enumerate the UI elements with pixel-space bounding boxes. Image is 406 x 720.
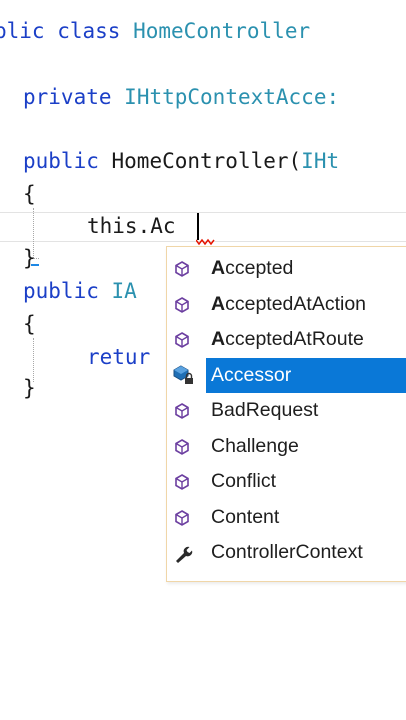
method-cube-icon xyxy=(173,438,191,456)
brace: } xyxy=(23,246,36,270)
completion-item[interactable]: Conflict xyxy=(167,464,406,499)
property-wrench-icon xyxy=(173,544,193,563)
keyword: blic xyxy=(0,19,45,43)
code-editor[interactable]: blic class HomeController private IHttpC… xyxy=(0,0,406,720)
keyword: retur xyxy=(87,345,151,369)
private-field-lock-icon xyxy=(173,364,195,386)
method-cube-icon xyxy=(173,296,191,314)
code-line-close-brace[interactable]: } xyxy=(23,375,36,401)
completion-list[interactable]: Accepted AcceptedAtAction AcceptedAtRoute A… xyxy=(166,246,406,582)
code-line-open-brace[interactable]: { xyxy=(23,311,36,337)
method-cube-icon xyxy=(173,402,191,420)
keyword: public xyxy=(23,279,99,303)
completion-match-highlight: A xyxy=(211,292,226,315)
brace: { xyxy=(23,182,36,206)
completion-item-text: BadRequest xyxy=(211,399,319,421)
type-name: IHt xyxy=(301,149,340,173)
code-line-method-decl[interactable]: public IA xyxy=(23,278,137,304)
completion-item-label: Accepted xyxy=(211,251,293,286)
completion-item-label: BadRequest xyxy=(211,393,318,428)
completion-item[interactable]: Content xyxy=(167,500,406,535)
completion-item-label: Content xyxy=(211,500,279,535)
completion-item-text: cceptedAtAction xyxy=(225,292,367,315)
completion-item-text: cceptedAtRoute xyxy=(225,328,364,350)
keyword: public xyxy=(23,149,99,173)
code-line-current[interactable]: this.Ac xyxy=(87,213,176,239)
completion-item[interactable]: AcceptedAtRoute xyxy=(167,322,406,357)
completion-item-label: Accessor xyxy=(211,358,291,393)
code-line-open-brace[interactable]: { xyxy=(23,181,36,207)
class-name: HomeController xyxy=(133,19,311,43)
completion-item-text: Challenge xyxy=(211,434,299,457)
keyword: private xyxy=(23,85,112,109)
method-cube-icon xyxy=(173,331,191,349)
completion-item[interactable]: Challenge xyxy=(167,429,406,464)
completion-match-highlight: A xyxy=(211,328,226,350)
completion-item-label: Challenge xyxy=(211,429,299,464)
completion-item[interactable]: Accepted xyxy=(167,251,406,286)
error-squiggle xyxy=(196,238,215,246)
completion-item-label: ControllerContext xyxy=(211,535,363,570)
completion-item-text: Content xyxy=(211,505,280,528)
completion-item-label: Conflict xyxy=(211,464,276,499)
completion-item-label: AcceptedAtAction xyxy=(211,287,366,322)
code-line-field-decl[interactable]: private IHttpContextAcce: xyxy=(23,84,339,110)
completion-item-text: ccepted xyxy=(225,257,294,279)
code-line-return[interactable]: retur xyxy=(87,344,150,370)
method-cube-icon xyxy=(173,509,191,527)
completion-match-highlight: A xyxy=(211,257,226,279)
method-cube-icon xyxy=(173,473,191,491)
completion-item-label: AcceptedAtRoute xyxy=(211,322,364,357)
ctor-name: HomeController( xyxy=(111,149,302,173)
keyword: class xyxy=(57,19,121,43)
code-line-ctor-decl[interactable]: public HomeController(IHt xyxy=(23,148,339,174)
completion-item[interactable]: ControllerContext xyxy=(167,535,406,570)
code-line-close-brace[interactable]: } xyxy=(23,245,36,271)
code-line-class-decl[interactable]: blic class HomeController xyxy=(0,18,310,44)
brace: } xyxy=(23,376,36,400)
completion-item-text: Conflict xyxy=(211,470,277,492)
completion-item[interactable]: AcceptedAtAction xyxy=(167,287,406,322)
typed-text: this.Ac xyxy=(87,214,176,238)
completion-item[interactable]: BadRequest xyxy=(167,393,406,428)
type-name: IA xyxy=(111,279,137,303)
text-caret xyxy=(197,213,199,240)
method-cube-icon xyxy=(173,260,191,278)
brace: { xyxy=(23,312,36,336)
type-name: IHttpContextAcce: xyxy=(124,85,340,109)
completion-item-text: Accessor xyxy=(211,363,292,386)
completion-item-text: ControllerContext xyxy=(211,541,363,563)
completion-item[interactable]: Accessor xyxy=(173,357,406,393)
